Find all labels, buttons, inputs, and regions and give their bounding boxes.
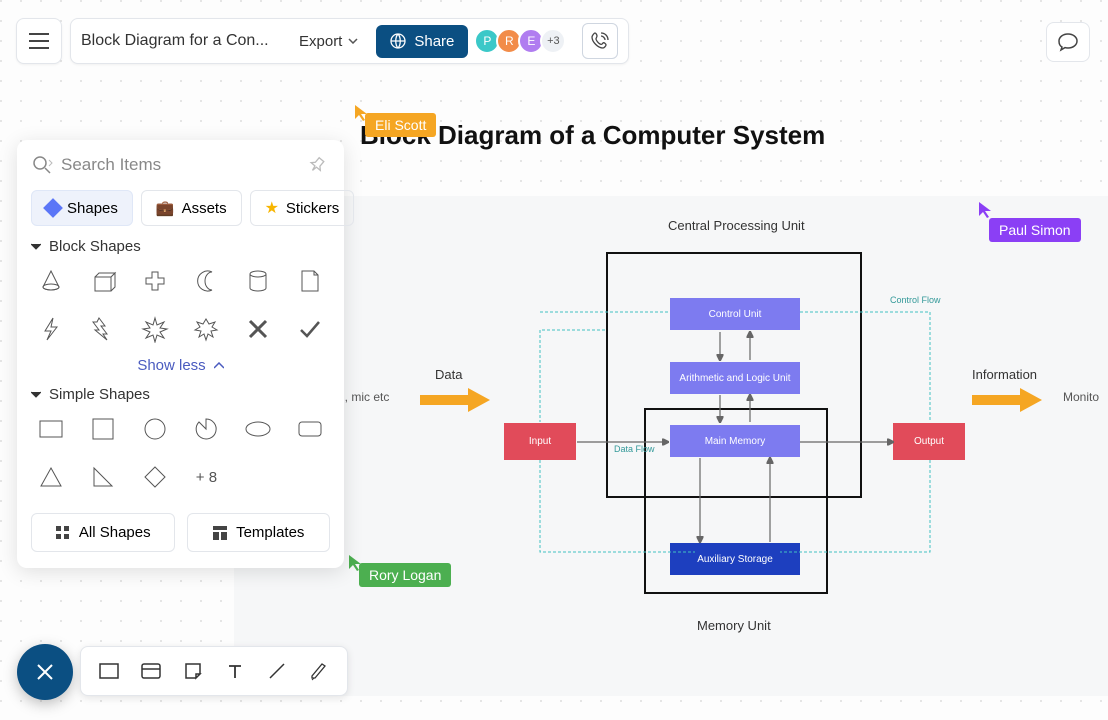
- document-title-input[interactable]: [81, 32, 281, 50]
- chevron-down-icon: [31, 243, 41, 251]
- block-shapes-grid: [31, 263, 330, 347]
- grid-icon: [55, 525, 71, 541]
- tool-card[interactable]: [137, 657, 165, 685]
- star-icon: ★: [265, 198, 279, 218]
- hamburger-icon: [29, 33, 49, 49]
- phone-icon: [590, 31, 610, 51]
- information-label: Information: [972, 367, 1037, 382]
- chevron-up-icon: [214, 362, 224, 370]
- shape-pie[interactable]: [188, 411, 224, 447]
- collaborator-avatars: P R E +3: [478, 28, 566, 54]
- control-flow-label: Control Flow: [890, 295, 941, 305]
- data-label: Data: [435, 367, 462, 382]
- presence-tag-eli: Eli Scott: [365, 113, 436, 137]
- cursor-icon: [978, 201, 992, 219]
- shape-bolt[interactable]: [33, 311, 69, 347]
- section-label: Simple Shapes: [49, 386, 150, 403]
- output-block[interactable]: Output: [893, 423, 965, 460]
- chevron-down-icon: [31, 391, 41, 399]
- shape-right-triangle[interactable]: [85, 459, 121, 495]
- aux-storage-block[interactable]: Auxiliary Storage: [670, 543, 800, 575]
- templates-icon: [212, 525, 228, 541]
- cpu-label: Central Processing Unit: [668, 218, 805, 233]
- top-toolbar: Export Share P R E +3: [16, 18, 629, 64]
- shape-square[interactable]: [85, 411, 121, 447]
- section-block-shapes[interactable]: Block Shapes: [31, 238, 330, 255]
- show-less-label: Show less: [137, 357, 205, 374]
- all-shapes-button[interactable]: All Shapes: [31, 513, 175, 552]
- simple-shapes-grid: + 8: [31, 411, 330, 495]
- arrow-icon: [420, 388, 490, 412]
- control-unit-block[interactable]: Control Unit: [670, 298, 800, 330]
- globe-icon: [390, 33, 406, 49]
- shape-ellipse[interactable]: [240, 411, 276, 447]
- hamburger-menu-button[interactable]: [16, 18, 62, 64]
- alu-block[interactable]: Arithmetic and Logic Unit: [670, 362, 800, 394]
- shape-cylinder[interactable]: [240, 263, 276, 299]
- shape-crescent[interactable]: [188, 263, 224, 299]
- shape-plus[interactable]: [137, 263, 173, 299]
- all-shapes-label: All Shapes: [79, 524, 151, 541]
- tab-stickers[interactable]: ★ Stickers: [250, 190, 355, 226]
- comment-icon: [1057, 32, 1079, 52]
- shape-x[interactable]: [240, 311, 276, 347]
- chevron-down-icon: [348, 38, 358, 44]
- search-icon: [31, 154, 53, 176]
- avatar-more[interactable]: +3: [540, 28, 566, 54]
- shape-page[interactable]: [292, 263, 328, 299]
- shape-cone[interactable]: [33, 263, 69, 299]
- tab-label: Assets: [182, 200, 227, 217]
- presence-tag-rory: Rory Logan: [359, 563, 451, 587]
- memory-unit-label: Memory Unit: [697, 618, 771, 633]
- shape-bolt2[interactable]: [85, 311, 121, 347]
- shape-circle[interactable]: [137, 411, 173, 447]
- diamond-icon: [43, 198, 63, 218]
- shape-starburst[interactable]: [137, 311, 173, 347]
- templates-label: Templates: [236, 524, 304, 541]
- show-less-toggle[interactable]: Show less: [31, 357, 330, 374]
- shapes-panel: Shapes 💼 Assets ★ Stickers Block Shapes …: [17, 140, 344, 568]
- tab-label: Stickers: [286, 200, 339, 217]
- shape-cube[interactable]: [85, 263, 121, 299]
- presence-tag-paul: Paul Simon: [989, 218, 1081, 242]
- share-label: Share: [414, 33, 454, 50]
- arrow-icon: [972, 388, 1042, 412]
- input-block[interactable]: Input: [504, 423, 576, 460]
- comment-button[interactable]: [1046, 22, 1090, 62]
- data-flow-label: Data Flow: [614, 444, 655, 454]
- shape-check[interactable]: [292, 311, 328, 347]
- bottom-toolbar: [80, 646, 348, 696]
- tool-text[interactable]: [221, 657, 249, 685]
- tab-assets[interactable]: 💼 Assets: [141, 190, 242, 226]
- monitor-label: Monito: [1063, 390, 1099, 404]
- panel-tabs: Shapes 💼 Assets ★ Stickers: [31, 190, 330, 226]
- close-icon: [35, 662, 55, 682]
- search-input[interactable]: [61, 155, 300, 175]
- tool-line[interactable]: [263, 657, 291, 685]
- close-fab-button[interactable]: [17, 644, 73, 700]
- tool-highlighter[interactable]: [305, 657, 333, 685]
- more-shapes-count[interactable]: + 8: [188, 459, 224, 495]
- section-label: Block Shapes: [49, 238, 141, 255]
- document-tools-group: Export Share P R E +3: [70, 18, 629, 64]
- pin-icon[interactable]: [308, 156, 326, 174]
- tab-shapes[interactable]: Shapes: [31, 190, 133, 226]
- tab-label: Shapes: [67, 200, 118, 217]
- export-button[interactable]: Export: [291, 29, 366, 54]
- shape-explosion[interactable]: [188, 311, 224, 347]
- share-button[interactable]: Share: [376, 25, 468, 58]
- templates-button[interactable]: Templates: [187, 513, 331, 552]
- export-label: Export: [299, 33, 342, 50]
- section-simple-shapes[interactable]: Simple Shapes: [31, 386, 330, 403]
- shape-triangle[interactable]: [33, 459, 69, 495]
- shape-diamond[interactable]: [137, 459, 173, 495]
- call-button[interactable]: [582, 23, 618, 59]
- shape-rounded-rect[interactable]: [292, 411, 328, 447]
- tool-sticky[interactable]: [179, 657, 207, 685]
- shape-rect[interactable]: [33, 411, 69, 447]
- briefcase-icon: 💼: [156, 199, 175, 217]
- tool-rectangle[interactable]: [95, 657, 123, 685]
